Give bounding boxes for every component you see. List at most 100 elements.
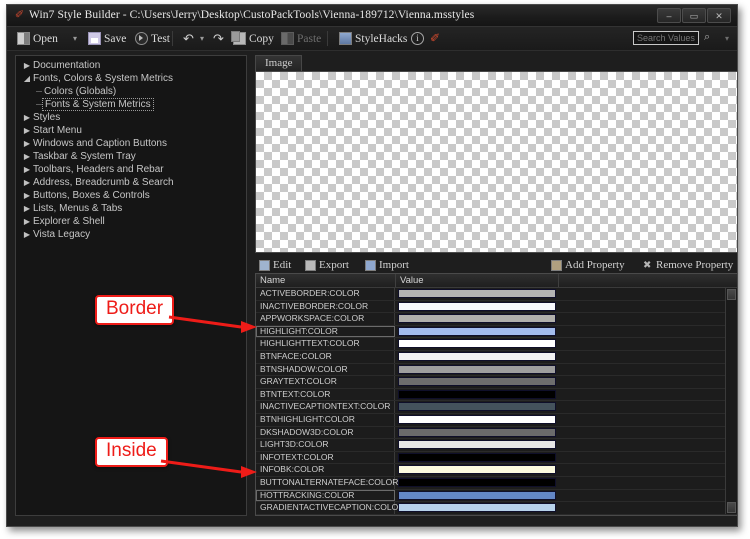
brush-button[interactable]: ✐ [426, 29, 444, 48]
tree-item[interactable]: ▶ Styles [16, 111, 246, 124]
color-swatch[interactable] [398, 427, 556, 437]
stylehacks-label: StyleHacks [355, 32, 408, 45]
search-icon[interactable]: ⌕ [704, 32, 715, 43]
tree-item[interactable]: ▶ Vista Legacy [16, 228, 246, 241]
tree-item[interactable]: ▶ Address, Breadcrumb & Search [16, 176, 246, 189]
expander-icon[interactable]: ▶ [21, 191, 33, 200]
expander-icon[interactable]: ▶ [21, 126, 33, 135]
tree-item[interactable]: ▶ Toolbars, Headers and Rebar [16, 163, 246, 176]
property-row[interactable]: HIGHLIGHTTEXT:COLOR [256, 338, 737, 351]
close-button[interactable]: ✕ [707, 8, 731, 23]
tree-item[interactable]: ▶ Start Menu [16, 124, 246, 137]
tree-item[interactable]: ▶ Buttons, Boxes & Controls [16, 189, 246, 202]
tree-item-label: Styles [33, 112, 61, 123]
undo-dropdown-button[interactable]: ▾ [196, 29, 208, 48]
property-row[interactable]: BUTTONALTERNATEFACE:COLOR [256, 476, 737, 490]
color-swatch[interactable] [398, 414, 556, 424]
property-row[interactable]: HIGHLIGHT:COLOR [256, 325, 737, 339]
color-swatch[interactable] [398, 364, 556, 374]
expander-icon[interactable]: ▶ [21, 230, 33, 239]
remove-property-button[interactable]: ✖ Remove Property [643, 257, 733, 273]
expander-icon[interactable]: ▶ [21, 178, 33, 187]
property-row[interactable]: HOTTRACKING:COLOR [256, 489, 737, 503]
expander-icon[interactable]: ▶ [21, 139, 33, 148]
expander-icon[interactable]: ▶ [21, 61, 33, 70]
tree-item[interactable]: ◢ Fonts, Colors & System Metrics [16, 72, 246, 85]
tab-image[interactable]: Image [255, 55, 303, 71]
color-swatch[interactable] [398, 339, 556, 349]
tree-item[interactable]: ▶ Windows and Caption Buttons [16, 137, 246, 150]
expander-icon[interactable]: ◢ [21, 74, 33, 83]
expander-icon[interactable]: ▶ [21, 113, 33, 122]
property-grid[interactable]: Name Value ACTIVEBORDER:COLOR INACTIVEBOR… [255, 273, 737, 516]
expander-icon[interactable]: ▶ [21, 204, 33, 213]
import-button[interactable]: Import [365, 257, 409, 273]
floppy-icon [88, 32, 101, 45]
color-swatch[interactable] [398, 402, 556, 412]
property-row[interactable]: ACTIVEBORDER:COLOR [256, 288, 737, 301]
stylehacks-button[interactable]: StyleHacks [335, 29, 411, 48]
column-divider[interactable] [395, 274, 396, 287]
minimize-button[interactable]: – [657, 8, 681, 23]
image-preview-canvas[interactable] [255, 71, 737, 253]
property-row[interactable]: GRADIENTACTIVECAPTION:COLOR [256, 502, 737, 515]
expander-icon[interactable]: ▶ [21, 152, 33, 161]
tree-item[interactable]: Colors (Globals) [16, 85, 246, 98]
color-swatch[interactable] [398, 490, 556, 500]
color-swatch[interactable] [398, 465, 556, 475]
color-swatch[interactable] [398, 377, 556, 387]
color-swatch[interactable] [398, 503, 556, 513]
property-row[interactable]: LIGHT3D:COLOR [256, 439, 737, 452]
property-row[interactable]: INFOTEXT:COLOR [256, 451, 737, 465]
property-row[interactable]: BTNFACE:COLOR [256, 350, 737, 364]
maximize-button[interactable]: ▭ [682, 8, 706, 23]
test-button[interactable]: Test [131, 29, 174, 48]
edit-button[interactable]: Edit [259, 257, 291, 273]
color-swatch[interactable] [398, 440, 556, 450]
property-row[interactable]: INACTIVECAPTIONTEXT:COLOR [256, 401, 737, 414]
property-grid-scrollbar[interactable] [725, 288, 737, 514]
export-button[interactable]: Export [305, 257, 349, 273]
property-row[interactable]: GRADIENTINACTIVECAPTION:COLOR [256, 514, 737, 515]
expander-icon[interactable]: ▶ [21, 165, 33, 174]
scrollbar-thumb[interactable] [727, 289, 736, 300]
tree-item[interactable]: ▶ Documentation [16, 59, 246, 72]
column-header-name[interactable]: Name [260, 274, 285, 287]
remove-property-label: Remove Property [656, 259, 734, 271]
color-swatch[interactable] [398, 301, 556, 311]
search-input[interactable] [633, 31, 699, 45]
info-button[interactable]: i [407, 29, 428, 48]
color-swatch[interactable] [398, 326, 556, 336]
scrollbar-down-button[interactable] [727, 502, 736, 513]
color-swatch[interactable] [398, 314, 556, 324]
copy-button[interactable]: Copy [229, 29, 278, 48]
property-row[interactable]: GRAYTEXT:COLOR [256, 376, 737, 389]
color-swatch[interactable] [398, 477, 556, 487]
color-swatch[interactable] [398, 389, 556, 399]
property-row[interactable]: INFOBK:COLOR [256, 464, 737, 477]
paste-button[interactable]: Paste [277, 29, 325, 48]
open-button[interactable]: Open [13, 29, 62, 48]
color-swatch[interactable] [398, 452, 556, 462]
redo-button[interactable]: ↷ [209, 29, 230, 48]
column-divider[interactable] [558, 274, 559, 287]
tree-item[interactable]: ▶ Taskbar & System Tray [16, 150, 246, 163]
tree-item-label: Explorer & Shell [33, 216, 105, 227]
property-row[interactable]: BTNHIGHLIGHT:COLOR [256, 413, 737, 427]
tree-item[interactable]: ▶ Lists, Menus & Tabs [16, 202, 246, 215]
tree-item[interactable]: ▶ Explorer & Shell [16, 215, 246, 228]
color-swatch[interactable] [398, 289, 556, 298]
column-header-value[interactable]: Value [400, 274, 424, 287]
property-row[interactable]: BTNSHADOW:COLOR [256, 363, 737, 377]
property-row[interactable]: BTNTEXT:COLOR [256, 388, 737, 402]
search-dropdown-icon[interactable]: ▾ [725, 34, 729, 43]
tree-item[interactable]: Fonts & System Metrics [16, 98, 246, 111]
open-dropdown-button[interactable]: ▾ [69, 29, 81, 48]
save-button[interactable]: Save [84, 29, 130, 48]
expander-icon[interactable]: ▶ [21, 217, 33, 226]
color-swatch[interactable] [398, 351, 556, 361]
property-row[interactable]: APPWORKSPACE:COLOR [256, 313, 737, 326]
property-row[interactable]: DKSHADOW3D:COLOR [256, 426, 737, 440]
property-row[interactable]: INACTIVEBORDER:COLOR [256, 300, 737, 314]
add-property-button[interactable]: Add Property [551, 257, 625, 273]
